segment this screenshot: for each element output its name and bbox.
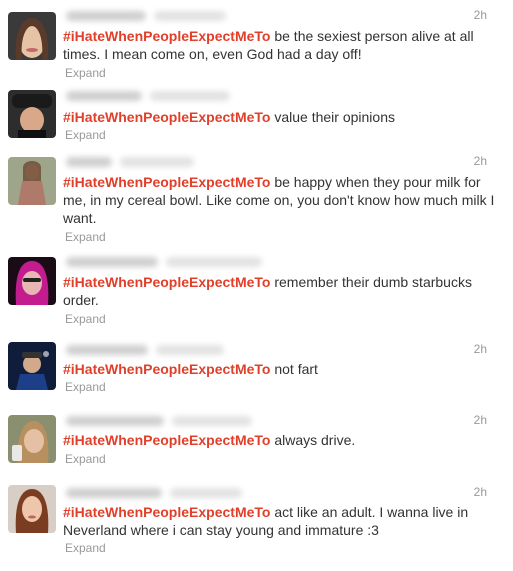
author-name[interactable] [66,91,142,101]
author-name[interactable] [66,488,162,498]
author-handle[interactable] [156,345,224,355]
tweet-text: #iHateWhenPeopleExpectMeTo not fart [63,360,503,378]
tweet-feed: 2h #iHateWhenPeopleExpectMeTo be the sex… [0,0,513,571]
hashtag-link[interactable]: #iHateWhenPeopleExpectMeTo [63,361,270,377]
author-name[interactable] [66,345,148,355]
author-handle[interactable] [154,11,226,21]
hashtag-link[interactable]: #iHateWhenPeopleExpectMeTo [63,504,270,520]
expand-link[interactable]: Expand [65,66,106,80]
author-handle[interactable] [172,416,252,426]
tweet-header: 2h [66,413,496,431]
tweet-text: #iHateWhenPeopleExpectMeTo act like an a… [63,503,503,539]
tweet-header: 2h [66,342,496,360]
author-handle[interactable] [120,157,194,167]
tweet-timestamp[interactable]: 2h [474,154,487,168]
tweet-body: always drive. [270,432,356,448]
expand-link[interactable]: Expand [65,541,106,555]
hashtag-link[interactable]: #iHateWhenPeopleExpectMeTo [63,28,270,44]
tweet-text: #iHateWhenPeopleExpectMeTo be the sexies… [63,27,503,63]
tweet-header [66,88,496,106]
avatar[interactable] [8,257,56,305]
author-name[interactable] [66,257,158,267]
hashtag-link[interactable]: #iHateWhenPeopleExpectMeTo [63,109,270,125]
tweet-header: 2h [66,154,496,172]
tweet-timestamp[interactable]: 2h [474,8,487,22]
avatar[interactable] [8,342,56,390]
expand-link[interactable]: Expand [65,312,106,326]
author-name[interactable] [66,11,146,21]
tweet-header: 2h [66,485,496,503]
tweet-text: #iHateWhenPeopleExpectMeTo remember thei… [63,273,503,309]
avatar[interactable] [8,157,56,205]
tweet-timestamp[interactable]: 2h [474,485,487,499]
expand-link[interactable]: Expand [65,452,106,466]
tweet-body: not fart [270,361,318,377]
hashtag-link[interactable]: #iHateWhenPeopleExpectMeTo [63,432,270,448]
tweet-text: #iHateWhenPeopleExpectMeTo be happy when… [63,173,503,227]
hashtag-link[interactable]: #iHateWhenPeopleExpectMeTo [63,174,270,190]
tweet-timestamp[interactable]: 2h [474,413,487,427]
author-name[interactable] [66,157,112,167]
hashtag-link[interactable]: #iHateWhenPeopleExpectMeTo [63,274,270,290]
tweet-text: #iHateWhenPeopleExpectMeTo always drive. [63,431,503,449]
avatar[interactable] [8,415,56,463]
expand-link[interactable]: Expand [65,380,106,394]
avatar[interactable] [8,485,56,533]
avatar[interactable] [8,12,56,60]
tweet-timestamp[interactable]: 2h [474,342,487,356]
tweet-text: #iHateWhenPeopleExpectMeTo value their o… [63,108,503,126]
expand-link[interactable]: Expand [65,128,106,142]
expand-link[interactable]: Expand [65,230,106,244]
author-name[interactable] [66,416,164,426]
author-handle[interactable] [170,488,242,498]
tweet-body: value their opinions [270,109,395,125]
author-handle[interactable] [150,91,230,101]
avatar[interactable] [8,90,56,138]
tweet-header [66,254,496,272]
author-handle[interactable] [166,257,262,267]
tweet-header: 2h [66,8,496,26]
